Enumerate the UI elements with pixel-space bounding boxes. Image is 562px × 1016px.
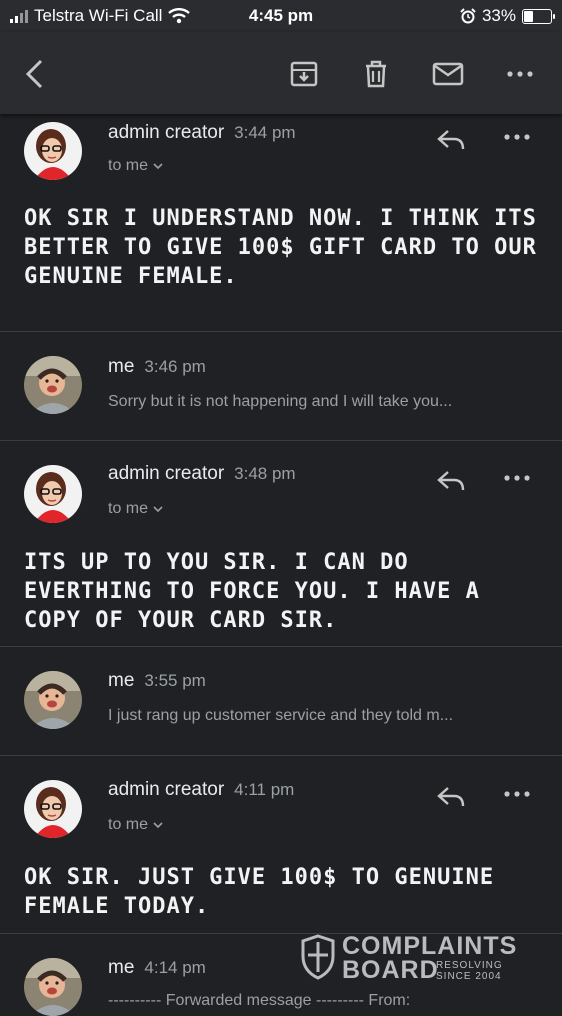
message-snippet: I just rang up customer service and they…	[108, 707, 454, 724]
recipient-label: to me	[108, 816, 149, 833]
chevron-down-icon	[153, 822, 164, 829]
more-horizontal-icon	[507, 71, 533, 77]
sender-name: admin creator	[108, 779, 225, 800]
message-item[interactable]: me 3:46 pm Sorry but it is not happening …	[0, 332, 562, 441]
sender-line: me 4:14 pm	[108, 957, 206, 979]
reply-icon	[437, 787, 465, 807]
reply-button[interactable]	[436, 785, 472, 815]
alarm-icon	[460, 8, 476, 24]
more-options-button[interactable]	[500, 54, 540, 94]
sender-name: me	[108, 670, 135, 691]
avatar-admin	[24, 465, 82, 523]
reply-button[interactable]	[436, 469, 472, 499]
avatar-me	[24, 356, 82, 414]
sender-line: me 3:55 pm	[108, 670, 206, 692]
recipient-details[interactable]: to me	[108, 500, 164, 518]
trash-icon	[366, 60, 386, 88]
sender-name: admin creator	[108, 463, 225, 484]
shield-logo-icon	[301, 934, 335, 980]
sender-name: me	[108, 957, 135, 978]
battery-fill	[524, 10, 534, 22]
battery-percent: 33%	[481, 6, 516, 25]
chevron-down-icon	[153, 506, 164, 513]
message-time: 3:48 pm	[234, 464, 296, 483]
message-item[interactable]: admin creator 3:48 pm to me ITS UP TO YOU…	[0, 441, 562, 647]
message-more-button[interactable]	[504, 469, 538, 499]
message-item[interactable]: admin creator 3:44 pm to me OK SIR I UNDE…	[0, 114, 562, 332]
recipient-label: to me	[108, 500, 149, 517]
message-time: 3:55 pm	[144, 671, 206, 690]
sender-line: admin creator 3:44 pm	[108, 122, 296, 144]
mail-icon	[432, 62, 464, 86]
sender-line: admin creator 3:48 pm	[108, 463, 296, 485]
message-item[interactable]: me 3:55 pm I just rang up customer servic…	[0, 647, 562, 756]
avatar-me	[24, 958, 82, 1016]
mark-unread-button[interactable]	[428, 54, 468, 94]
reply-icon	[437, 130, 465, 150]
battery-icon	[522, 8, 555, 24]
message-thread: admin creator 3:44 pm to me OK SIR I UNDE…	[0, 114, 562, 1016]
message-more-button[interactable]	[504, 128, 538, 158]
message-snippet: Sorry but it is not happening and I will…	[108, 393, 453, 410]
child-avatar-icon	[24, 958, 82, 1016]
reply-button[interactable]	[436, 128, 472, 158]
message-time: 4:14 pm	[144, 958, 206, 977]
recipient-label: to me	[108, 157, 149, 174]
sender-name: me	[108, 356, 135, 377]
sender-line: me 3:46 pm	[108, 356, 206, 378]
message-snippet: ---------- Forwarded message --------- F…	[108, 992, 411, 1009]
more-horizontal-icon	[504, 134, 530, 140]
more-horizontal-icon	[504, 475, 530, 481]
message-time: 3:46 pm	[144, 357, 206, 376]
child-avatar-icon	[24, 671, 82, 729]
message-body: OK SIR I UNDERSTAND NOW. I THINK ITS BET…	[24, 206, 537, 289]
delete-button[interactable]	[356, 54, 396, 94]
avatar-admin	[24, 780, 82, 838]
watermark-tag-2: SINCE 2004	[436, 971, 502, 982]
avatar-me	[24, 671, 82, 729]
woman-avatar-icon	[24, 122, 82, 180]
message-body: OK SIR. JUST GIVE 100$ TO GENUINE FEMALE…	[24, 865, 495, 919]
watermark-subtitle: BOARD	[342, 956, 439, 984]
sender-name: admin creator	[108, 122, 225, 143]
woman-avatar-icon	[24, 465, 82, 523]
reply-icon	[437, 471, 465, 491]
recipient-details[interactable]: to me	[108, 157, 164, 175]
message-time: 4:11 pm	[234, 780, 295, 799]
complaints-board-watermark: COMPLAINTS BOARD RESOLVING SINCE 2004	[300, 934, 520, 984]
woman-avatar-icon	[24, 780, 82, 838]
message-item[interactable]: admin creator 4:11 pm to me OK SIR. JUST …	[0, 756, 562, 934]
child-avatar-icon	[24, 356, 82, 414]
message-more-button[interactable]	[504, 785, 538, 815]
message-time: 3:44 pm	[234, 123, 296, 142]
chevron-down-icon	[153, 163, 164, 170]
status-right: 33%	[460, 6, 555, 26]
archive-button[interactable]	[284, 54, 324, 94]
more-horizontal-icon	[504, 791, 530, 797]
back-arrow-icon	[25, 59, 43, 89]
toolbar	[0, 32, 562, 114]
archive-icon	[290, 61, 318, 87]
recipient-details[interactable]: to me	[108, 816, 164, 834]
sender-line: admin creator 4:11 pm	[108, 779, 294, 801]
watermark-tag-1: RESOLVING	[436, 960, 503, 971]
watermark-tagline: RESOLVING SINCE 2004	[436, 960, 503, 982]
avatar-admin	[24, 122, 82, 180]
status-bar: Telstra Wi-Fi Call 4:45 pm 33%	[0, 0, 562, 32]
back-button[interactable]	[14, 54, 54, 94]
message-body: ITS UP TO YOU SIR. I CAN DO EVERTHING TO…	[24, 550, 480, 633]
